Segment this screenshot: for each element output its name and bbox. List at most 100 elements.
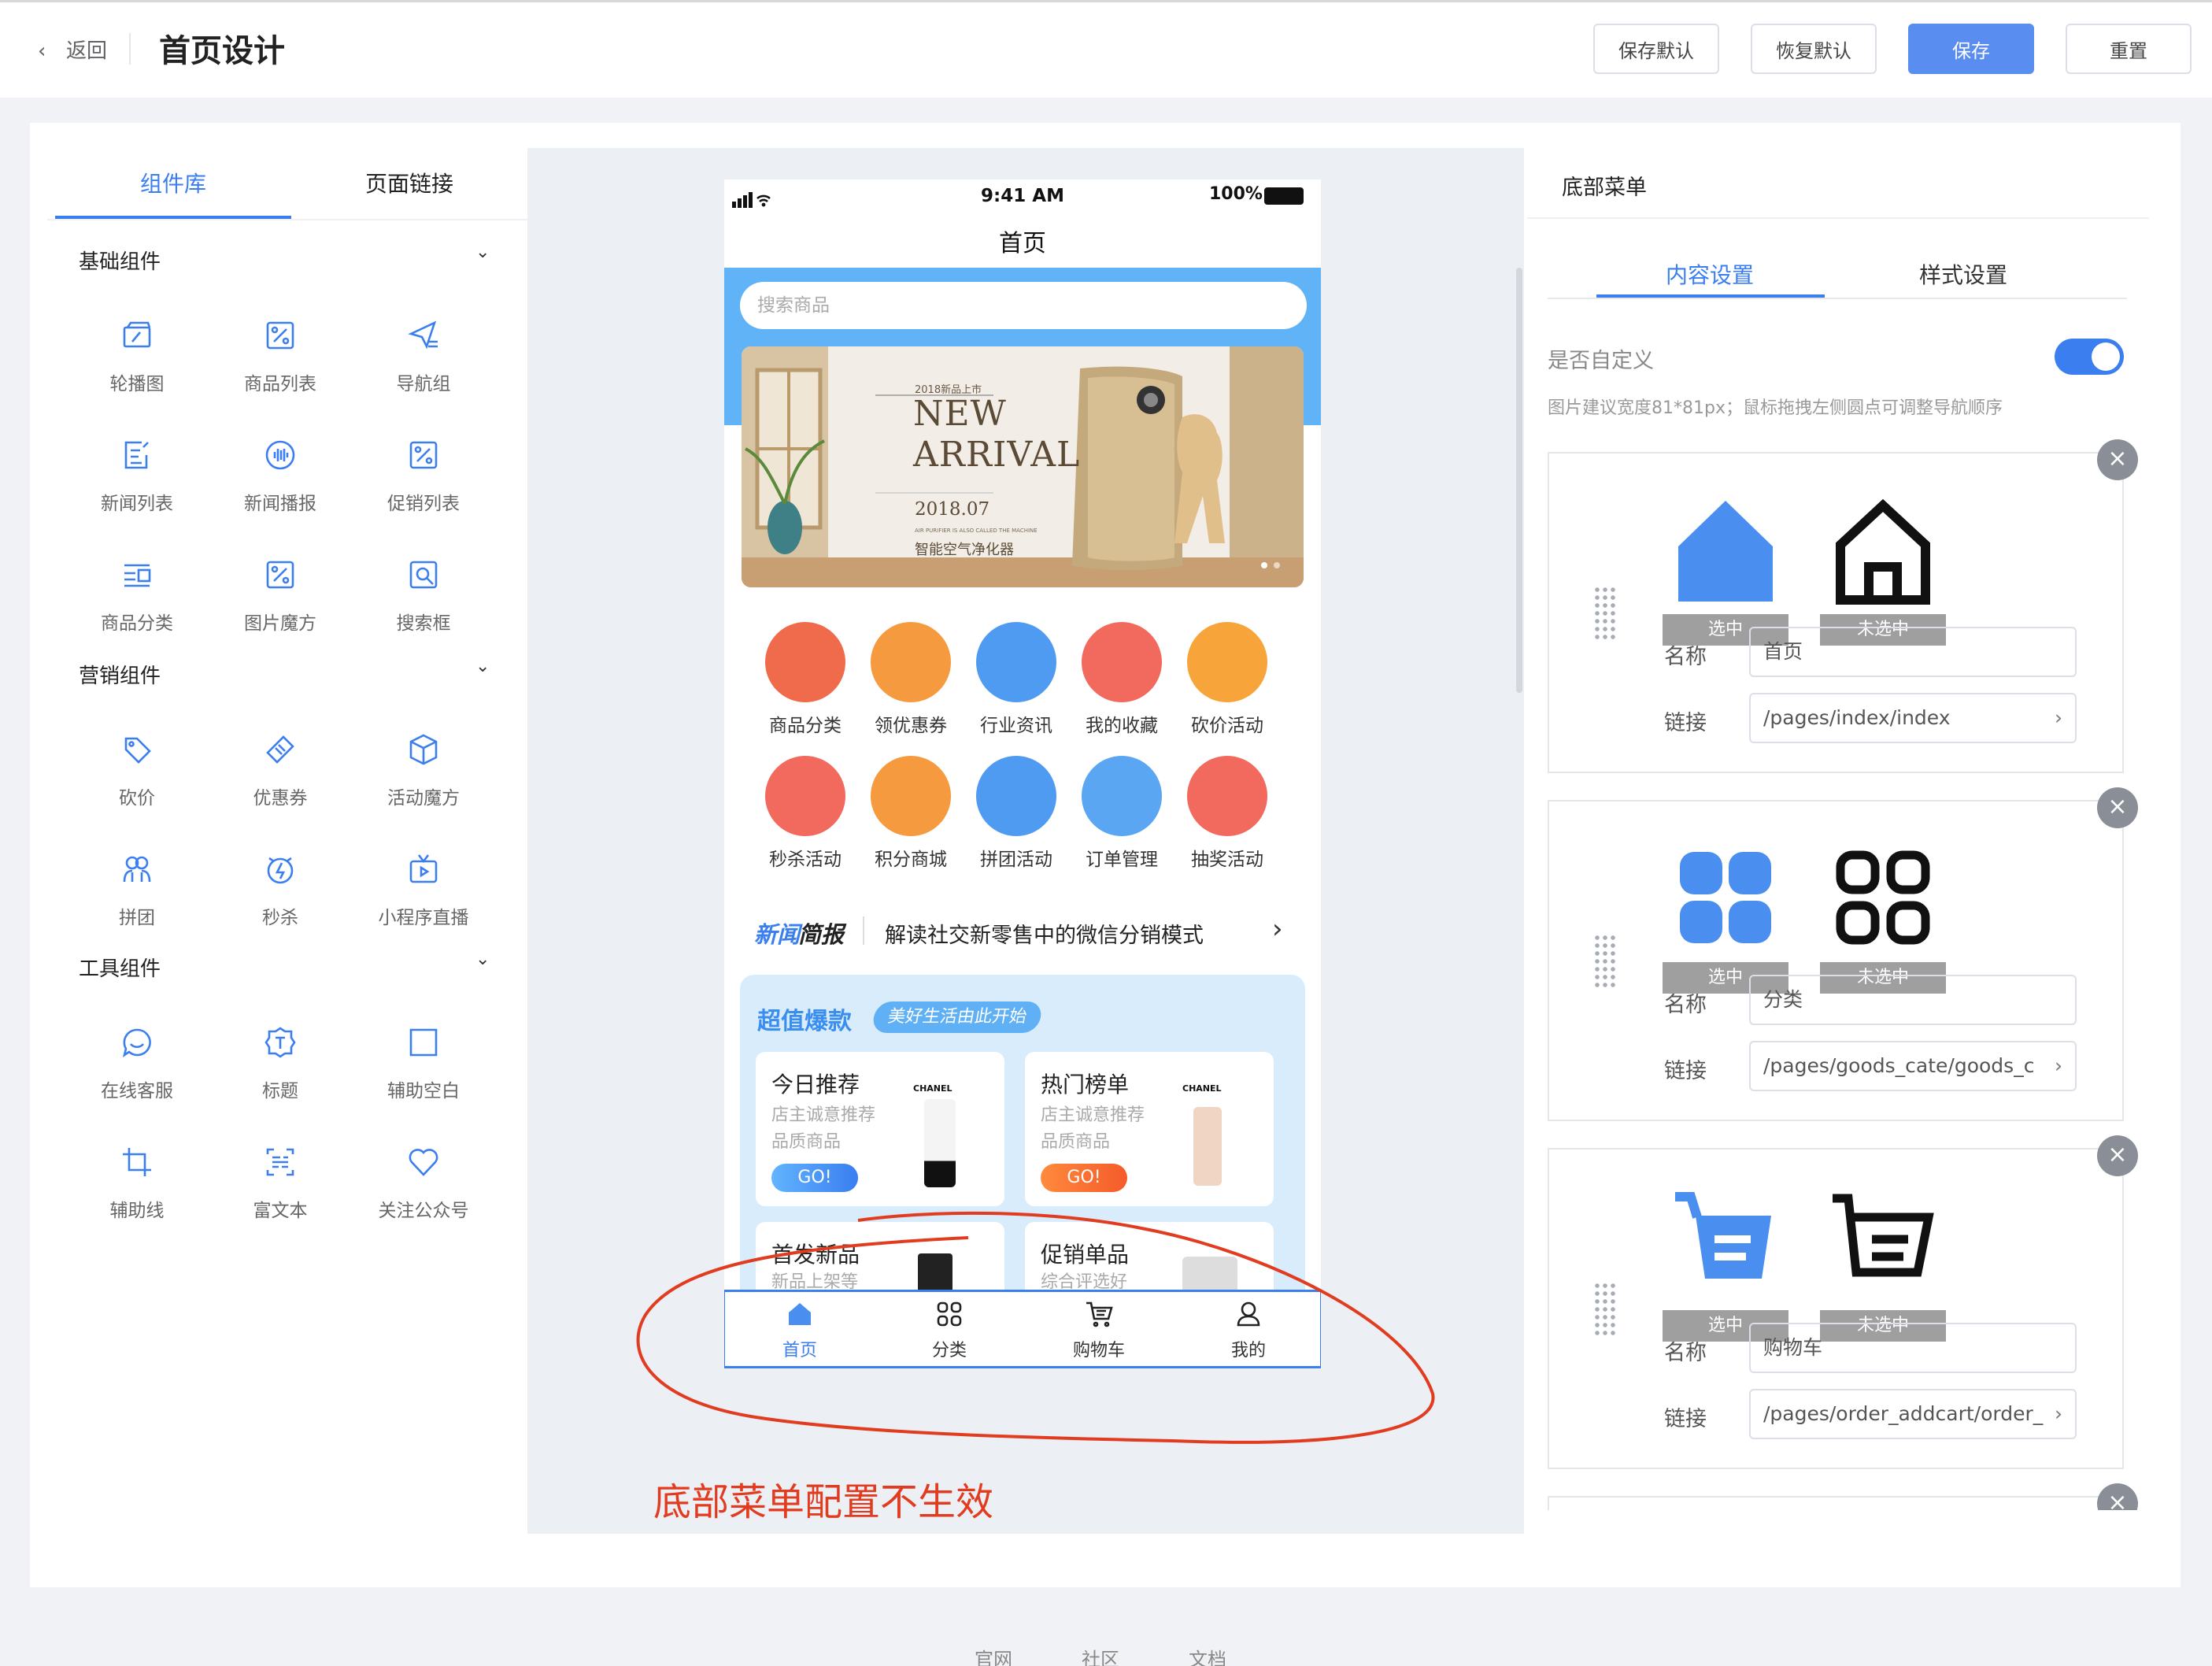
component-image-cube[interactable]: 图片魔方 [209,557,351,660]
close-icon[interactable]: × [2097,1135,2138,1176]
component-bargain[interactable]: 砍价 [66,732,208,835]
search-box-icon [409,561,438,589]
annotation-text: 底部菜单配置不生效 [653,1480,994,1524]
category-item[interactable]: 拼团活动 [964,756,1069,882]
back-arrow-icon[interactable]: ‹ [38,39,46,63]
drag-handle-icon[interactable] [1593,586,1617,641]
chevron-down-icon[interactable]: ⌄ [475,242,490,262]
component-activity-cube[interactable]: 活动魔方 [353,732,494,835]
go-button[interactable]: GO! [771,1164,858,1192]
component-blank[interactable]: 辅助空白 [353,1025,494,1127]
nav-item-card: 选中 未选中 名称 首页 链接 /pages/index/index › [1548,452,2124,773]
go-button[interactable]: GO! [1041,1164,1127,1192]
drag-handle-icon[interactable] [1593,1282,1617,1337]
component-product-category[interactable]: 商品分类 [66,557,208,660]
component-group-buy[interactable]: 拼团 [66,852,208,954]
category-item[interactable]: 商品分类 [753,622,858,748]
category-item[interactable]: 我的收藏 [1069,622,1174,748]
component-product-list[interactable]: 商品列表 [209,318,351,420]
footer-link-docs[interactable]: 文档 [1189,1644,1226,1666]
tab-page-links[interactable]: 页面链接 [365,167,453,198]
blank-icon [409,1028,438,1057]
component-label: 促销列表 [387,494,460,514]
search-input[interactable]: 搜索商品 [740,282,1307,329]
section-marketing: 营销组件 [79,665,161,688]
close-icon[interactable]: × [2097,439,2138,480]
category-item[interactable]: 砍价活动 [1174,622,1280,748]
category-item[interactable]: 订单管理 [1069,756,1174,882]
name-input[interactable]: 首页 [1749,627,2077,677]
close-icon[interactable]: × [2097,1483,2138,1510]
close-icon-partial[interactable]: × [2097,1483,2138,1510]
tab-style-settings[interactable]: 样式设置 [1919,258,2007,290]
custom-toggle[interactable] [2055,339,2124,375]
name-input[interactable]: 购物车 [1749,1323,2077,1373]
close-icon[interactable]: × [2097,787,2138,828]
save-default-button[interactable]: 保存默认 [1593,24,1719,74]
component-title[interactable]: 标题 [209,1025,351,1127]
crop-line-icon [123,1148,151,1176]
save-button[interactable]: 保存 [1908,24,2034,74]
bargain-icon [1187,622,1267,702]
lottery-icon [1187,756,1267,836]
order-icon [1082,756,1162,836]
link-select[interactable]: /pages/goods_cate/goods_c › [1749,1041,2077,1091]
component-label: 辅助空白 [387,1081,460,1101]
restore-default-button[interactable]: 恢复默认 [1751,24,1877,74]
canvas-scrollbar[interactable] [1516,268,1522,693]
component-flash-sale[interactable]: 秒杀 [209,852,351,954]
category-label: 商品分类 [769,716,842,736]
chevron-right-icon: › [2055,1054,2062,1077]
back-link[interactable]: 返回 [66,35,107,64]
product-image [924,1099,956,1187]
component-news-broadcast[interactable]: 新闻播报 [209,438,351,540]
component-rich-text[interactable]: 富文本 [209,1145,351,1247]
phone-preview: 9:41 AM 100% 首页 搜索商品 2018新品上市 NEW ARRIVA… [724,180,1321,1368]
category-item[interactable]: 行业资讯 [964,622,1069,748]
component-miniapp-live[interactable]: 小程序直播 [353,852,494,954]
category-item[interactable]: 领优惠券 [858,622,964,748]
tab-component-library[interactable]: 组件库 [140,167,206,198]
product-image [1193,1107,1222,1186]
component-label: 图片魔方 [244,613,316,634]
component-coupon[interactable]: 优惠券 [209,732,351,835]
link-select[interactable]: /pages/order_addcart/order_ › [1749,1389,2077,1439]
link-select[interactable]: /pages/index/index › [1749,693,2077,743]
news-headline[interactable]: 解读社交新零售中的微信分销模式 [885,918,1204,949]
drag-handle-icon[interactable] [1593,934,1617,989]
category-item[interactable]: 积分商城 [858,756,964,882]
component-online-service[interactable]: 在线客服 [66,1025,208,1127]
category-item[interactable]: 抽奖活动 [1174,756,1280,882]
component-nav-group[interactable]: 导航组 [353,318,494,420]
component-guide-line[interactable]: 辅助线 [66,1145,208,1247]
promo-card[interactable]: 热门榜单 店主诚意推荐 品质商品 GO! CHANEL [1025,1052,1274,1206]
name-label: 名称 [1664,645,1707,669]
banner-dot [1261,562,1267,568]
component-promo-list[interactable]: 促销列表 [353,438,494,540]
nav-item-card: 选中 未选中 名称 购物车 链接 /pages/order_addcart/or… [1548,1148,2124,1469]
promo-card[interactable]: 今日推荐 店主诚意推荐 品质商品 GO! CHANEL [756,1052,1004,1206]
banner-image[interactable]: 2018新品上市 NEW ARRIVAL 2018.07 AIR PURIFIE… [742,346,1304,587]
component-label: 秒杀 [262,908,298,928]
category-item[interactable]: 秒杀活动 [753,756,858,882]
footer-link-community[interactable]: 社区 [1082,1644,1119,1666]
reset-button[interactable]: 重置 [2066,24,2192,74]
chevron-right-icon[interactable]: › [1272,913,1283,945]
flash-sale-icon [765,756,845,836]
points-mall-icon [871,756,951,836]
link-value: /pages/order_addcart/order_ [1763,1402,2044,1425]
name-input[interactable]: 分类 [1749,975,2077,1025]
annotation-circle [636,1211,1435,1444]
category-label: 秒杀活动 [769,850,842,870]
title-icon [264,1027,296,1058]
tab-content-settings[interactable]: 内容设置 [1666,258,1754,290]
component-follow-account[interactable]: 关注公众号 [353,1145,494,1247]
chevron-right-icon: › [2055,706,2062,729]
footer-link-website[interactable]: 官网 [975,1644,1012,1666]
component-carousel[interactable]: 轮播图 [66,318,208,420]
component-news-list[interactable]: 新闻列表 [66,438,208,540]
component-label: 搜索框 [396,613,451,634]
coupon-icon [266,735,294,764]
component-search-box[interactable]: 搜索框 [353,557,494,660]
component-label: 商品分类 [101,613,173,634]
